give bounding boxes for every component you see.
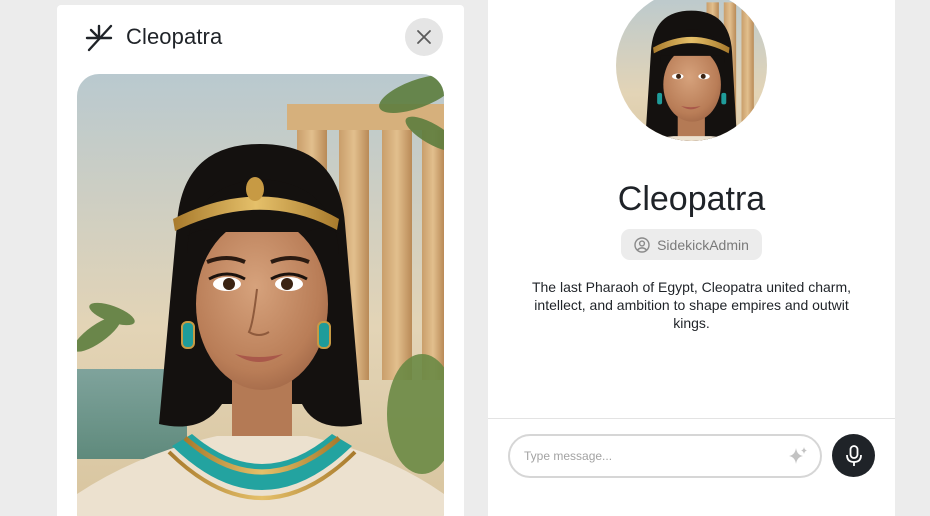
message-composer bbox=[508, 434, 822, 478]
character-avatar bbox=[616, 0, 767, 141]
portrait-image bbox=[77, 74, 444, 516]
close-button[interactable] bbox=[405, 18, 443, 56]
character-profile-panel: Cleopatra SidekickAdmin The last Pharaoh… bbox=[488, 0, 895, 516]
message-input[interactable] bbox=[524, 436, 774, 476]
creator-name: SidekickAdmin bbox=[657, 236, 749, 253]
creator-badge[interactable]: SidekickAdmin bbox=[621, 229, 762, 260]
chat-title: Cleopatra bbox=[126, 24, 223, 49]
composer-divider bbox=[488, 418, 895, 419]
user-circle-icon bbox=[634, 236, 650, 253]
close-icon bbox=[417, 30, 431, 44]
microphone-icon bbox=[845, 444, 862, 466]
chat-panel: Cleopatra bbox=[57, 5, 464, 516]
character-name: Cleopatra bbox=[617, 180, 766, 218]
character-description: The last Pharaoh of Egypt, Cleopatra uni… bbox=[531, 279, 852, 331]
character-portrait bbox=[77, 74, 444, 516]
sparkle-icon[interactable] bbox=[786, 445, 810, 469]
sidekick-logo-icon bbox=[85, 24, 113, 52]
avatar-image bbox=[616, 0, 767, 141]
microphone-button[interactable] bbox=[832, 434, 875, 477]
chat-header: Cleopatra bbox=[57, 5, 464, 69]
